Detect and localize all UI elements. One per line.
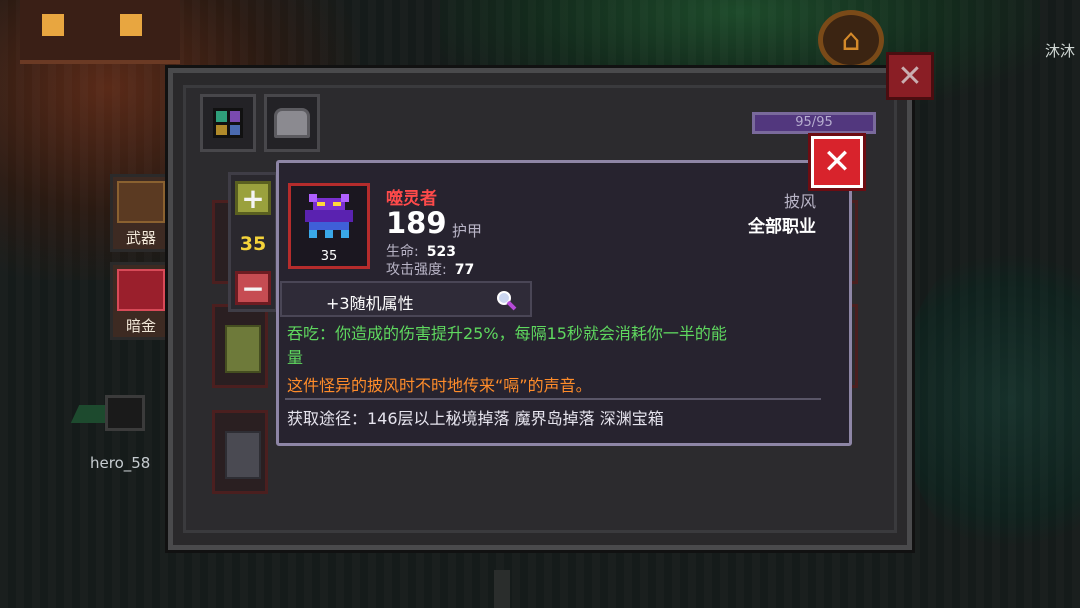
- item-level: 35: [320, 249, 338, 264]
- tooltip-close-button[interactable]: ✕: [811, 136, 863, 188]
- magnifier-icon: [497, 291, 517, 311]
- dark-gold-button[interactable]: 暗金: [110, 262, 172, 340]
- cloak-item-icon: [225, 325, 261, 373]
- stat-attack: 攻击强度: 77: [386, 259, 474, 279]
- item-type: 披风: [783, 192, 816, 211]
- level-minus-button[interactable]: −: [235, 271, 271, 305]
- item-flavor-text: 这件怪异的披风时不时地传来“嗝”的声音。: [287, 376, 592, 395]
- hero-body: [105, 395, 145, 431]
- level-value: 35: [239, 233, 267, 255]
- item-armor-value: 189: [386, 206, 447, 240]
- npc-name: 沐沐: [1045, 42, 1076, 60]
- window-close-button[interactable]: ✕: [886, 52, 934, 100]
- effect-line: 吞吃：你造成的伤害提升25%，每隔15秒就会消耗你一半的能: [287, 324, 727, 343]
- cloak-monster-icon: [305, 194, 353, 238]
- dark-gold-icon: [117, 269, 165, 311]
- item-effect-description: 吞吃：你造成的伤害提升25%，每隔15秒就会消耗你一半的能 量: [287, 322, 827, 370]
- item-source: 获取途径：146层以上秘境掉落 魔界岛掉落 深渊宝箱: [287, 409, 664, 428]
- level-plus-button[interactable]: +: [235, 181, 271, 215]
- weapon-shop-button[interactable]: 武器: [110, 174, 172, 252]
- house-window: [42, 14, 64, 36]
- armor-icon: [274, 108, 310, 138]
- home-icon[interactable]: ⌂: [818, 10, 884, 70]
- dark-gold-label: 暗金: [125, 317, 156, 335]
- stat-value: 77: [454, 262, 475, 278]
- scene-post: [494, 570, 510, 608]
- tab-inventory[interactable]: [200, 94, 256, 152]
- house-window: [120, 14, 142, 36]
- armor-item-icon: [225, 431, 261, 479]
- inventory-grid-icon: [213, 108, 243, 138]
- hp-bar: 95/95: [752, 112, 876, 134]
- item-armor-label: 护甲: [452, 222, 483, 240]
- stat-label: 攻击强度:: [386, 262, 447, 278]
- random-attribute-label: +3随机属性: [326, 294, 414, 313]
- hero-name: hero_58: [90, 454, 151, 472]
- weapon-shop-label: 武器: [125, 229, 156, 247]
- stat-value: 523: [426, 244, 456, 260]
- stat-label: 生命:: [386, 244, 419, 260]
- level-stepper: + 35 −: [228, 172, 278, 312]
- item-class: 全部职业: [748, 217, 816, 237]
- hero-sprite: [70, 385, 165, 445]
- weapon-shop-icon: [117, 181, 165, 223]
- equip-slot[interactable]: [212, 304, 268, 388]
- random-attribute-button[interactable]: +3随机属性: [280, 281, 532, 317]
- equip-slot[interactable]: [212, 410, 268, 494]
- tooltip-divider: [285, 398, 821, 400]
- tab-armor[interactable]: [264, 94, 320, 152]
- close-icon: ✕: [897, 58, 923, 94]
- item-icon-frame: 35: [288, 183, 370, 269]
- stat-health: 生命: 523: [386, 241, 456, 261]
- effect-line: 量: [287, 348, 304, 367]
- scene-house: [20, 0, 180, 64]
